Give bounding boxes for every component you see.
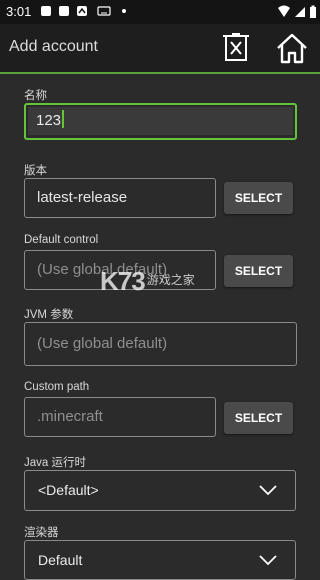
jvm-placeholder: (Use global default) — [37, 335, 168, 352]
version-field[interactable]: latest-release — [24, 178, 216, 218]
renderer-label: 渲染器 — [24, 527, 59, 539]
java-label: Java 运行时 — [24, 457, 86, 469]
battery-icon — [310, 5, 316, 18]
chevron-down-icon — [259, 555, 277, 566]
delete-box-icon — [223, 33, 249, 61]
jvm-args-input[interactable]: (Use global default) — [24, 322, 297, 366]
chevron-down-icon — [259, 485, 277, 496]
version-select-button[interactable]: SELECT — [224, 182, 293, 214]
signal-icon — [295, 7, 305, 17]
delete-button[interactable] — [222, 32, 252, 64]
path-label: Custom path — [24, 381, 90, 393]
status-time: 3:01 — [6, 4, 32, 19]
keyboard-icon — [97, 6, 111, 16]
dot-icon — [122, 9, 126, 13]
notification-icon-2 — [59, 6, 69, 16]
renderer-value: Default — [38, 552, 83, 568]
path-placeholder: .minecraft — [37, 408, 103, 425]
version-label: 版本 — [24, 165, 47, 177]
notification-icon-3 — [77, 6, 87, 16]
control-label: Default control — [24, 234, 99, 246]
name-value: 123 — [36, 112, 62, 129]
java-runtime-value: <Default> — [38, 482, 99, 498]
page-title: Add account — [9, 38, 98, 55]
control-select-button[interactable]: SELECT — [224, 255, 293, 287]
watermark-subtext: 游戏之家 — [146, 273, 195, 287]
java-runtime-dropdown[interactable]: <Default> — [24, 470, 296, 511]
home-icon — [277, 33, 307, 64]
watermark: K73 游戏之家 — [100, 266, 195, 297]
path-field[interactable]: .minecraft — [24, 397, 216, 437]
status-bar: 3:01 — [0, 0, 320, 24]
notification-icon — [41, 6, 51, 16]
version-value: latest-release — [37, 189, 128, 206]
name-label: 名称 — [24, 90, 47, 102]
app-bar: Add account — [0, 24, 320, 74]
path-select-button[interactable]: SELECT — [224, 402, 293, 434]
jvm-label: JVM 参数 — [24, 309, 74, 321]
wifi-icon — [278, 5, 290, 17]
text-cursor — [62, 110, 64, 128]
renderer-dropdown[interactable]: Default — [24, 540, 296, 580]
home-button[interactable] — [276, 32, 307, 64]
watermark-text: K73 — [100, 266, 146, 296]
name-input[interactable]: 123 — [24, 103, 297, 140]
